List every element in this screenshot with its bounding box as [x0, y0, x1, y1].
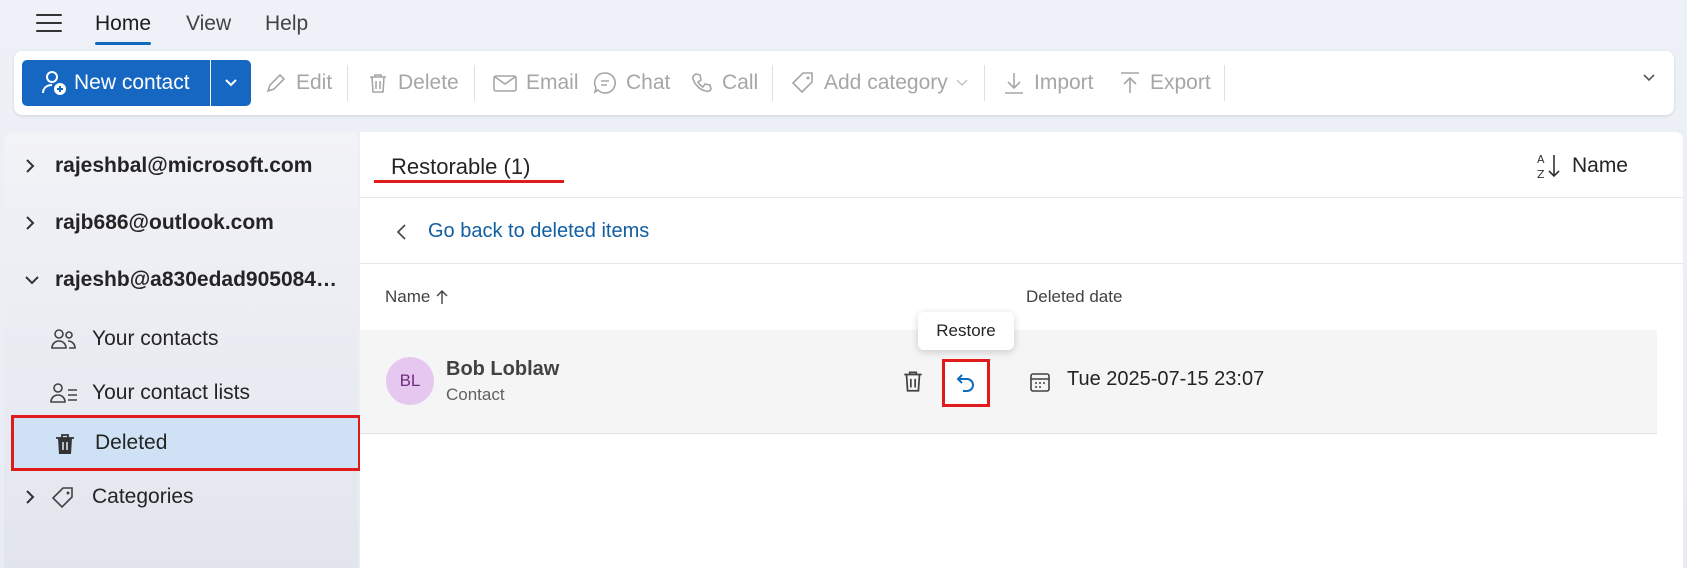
add-category-label: Add category	[824, 71, 948, 94]
export-button[interactable]: Export	[1118, 60, 1211, 106]
chevron-right-icon	[26, 159, 35, 173]
import-button[interactable]: Import	[1002, 60, 1094, 106]
main-panel: Restorable (1) AZ Name Go back to delete…	[360, 132, 1683, 568]
chat-label: Chat	[626, 71, 671, 94]
trash-icon	[56, 434, 74, 454]
account-rajb686[interactable]: rajb686@outlook.com	[4, 203, 358, 243]
trash-icon	[904, 371, 922, 392]
edit-label: Edit	[296, 71, 333, 94]
edit-button[interactable]: Edit	[264, 60, 332, 106]
account-rajeshb[interactable]: rajeshb@a830edad9050849...	[4, 260, 358, 300]
sidebar-item-your-contacts[interactable]: Your contacts	[10, 316, 358, 362]
delete-button[interactable]: Delete	[366, 60, 459, 106]
people-icon	[51, 329, 76, 349]
add-person-icon	[42, 71, 66, 95]
tag-icon	[51, 487, 73, 509]
title-highlight-underline	[374, 180, 564, 183]
sidebar-item-label: Your contacts	[92, 327, 219, 350]
delete-label: Delete	[398, 71, 459, 94]
column-header-name-label: Name	[385, 287, 431, 306]
hamburger-menu-icon[interactable]	[36, 14, 62, 34]
chevron-down-icon	[25, 276, 39, 285]
toolbar: New contact Edit Delete Email Chat Call …	[14, 51, 1674, 115]
import-label: Import	[1034, 71, 1094, 94]
pencil-icon	[266, 73, 286, 93]
tab-home[interactable]: Home	[95, 12, 152, 45]
contact-name: Bob Loblaw	[446, 358, 560, 380]
arrow-up-icon	[436, 290, 448, 304]
sidebar-item-label: Categories	[92, 485, 194, 508]
go-back-label: Go back to deleted items	[428, 220, 650, 242]
column-header-name[interactable]: Name	[385, 287, 448, 307]
sort-label: Name	[1571, 154, 1628, 177]
chat-button[interactable]: Chat	[592, 60, 670, 106]
svg-text:Z: Z	[1537, 168, 1545, 180]
new-contact-button[interactable]: New contact	[22, 60, 210, 106]
email-label: Email	[526, 71, 579, 94]
chevron-left-icon	[396, 223, 406, 240]
sidebar-item-categories[interactable]: Categories	[10, 474, 358, 520]
trash-icon	[370, 74, 386, 93]
sidebar-item-label: Your contact lists	[92, 381, 250, 404]
add-category-button[interactable]: Add category	[790, 60, 968, 106]
sidebar: rajeshbal@microsoft.com rajb686@outlook.…	[4, 132, 361, 568]
restore-tooltip: Restore	[918, 312, 1014, 350]
phone-icon	[691, 73, 712, 93]
upload-icon	[1121, 72, 1139, 93]
call-label: Call	[722, 71, 759, 94]
sort-az-icon: AZ	[1537, 153, 1560, 180]
account-label: rajeshb@a830edad9050849...	[55, 268, 345, 291]
call-button[interactable]: Call	[690, 60, 758, 106]
tab-help[interactable]: Help	[265, 12, 308, 36]
top-nav: Home View Help	[0, 0, 1687, 50]
sort-by-name-button[interactable]: AZ Name	[1536, 152, 1628, 180]
export-label: Export	[1150, 71, 1211, 94]
account-label: rajeshbal@microsoft.com	[55, 154, 313, 177]
new-contact-label: New contact	[74, 71, 190, 94]
account-rajeshbal[interactable]: rajeshbal@microsoft.com	[4, 146, 358, 186]
contact-type: Contact	[446, 385, 505, 404]
sidebar-item-label: Deleted	[95, 431, 168, 454]
restore-button[interactable]	[942, 359, 990, 407]
chat-icon	[593, 72, 616, 94]
chevron-down-icon	[225, 79, 237, 87]
tab-view[interactable]: View	[186, 12, 231, 36]
mail-icon	[493, 75, 517, 92]
svg-text:A: A	[1537, 153, 1545, 166]
calendar-icon	[1030, 373, 1050, 392]
undo-arrow-icon	[956, 374, 974, 392]
page-title: Restorable (1)	[391, 154, 531, 179]
sidebar-item-your-contact-lists[interactable]: Your contact lists	[10, 370, 358, 416]
contact-list-icon	[50, 383, 77, 403]
email-button[interactable]: Email	[492, 60, 579, 106]
go-back-link[interactable]: Go back to deleted items	[396, 220, 649, 243]
avatar: BL	[386, 357, 434, 405]
chevron-right-icon	[26, 490, 35, 504]
chevron-right-icon	[26, 216, 35, 230]
deleted-date-value: Tue 2025-07-15 23:07	[1067, 368, 1265, 390]
tag-icon	[791, 72, 813, 94]
toolbar-expand-chevron-icon[interactable]	[1642, 73, 1656, 83]
column-header-deleted-date[interactable]: Deleted date	[1026, 287, 1122, 307]
account-label: rajb686@outlook.com	[55, 211, 274, 234]
new-contact-dropdown-button[interactable]	[211, 60, 251, 106]
sidebar-item-deleted[interactable]: Deleted	[11, 415, 361, 471]
permanently-delete-button[interactable]	[900, 368, 926, 399]
chevron-down-icon	[956, 79, 968, 87]
download-icon	[1005, 73, 1023, 94]
